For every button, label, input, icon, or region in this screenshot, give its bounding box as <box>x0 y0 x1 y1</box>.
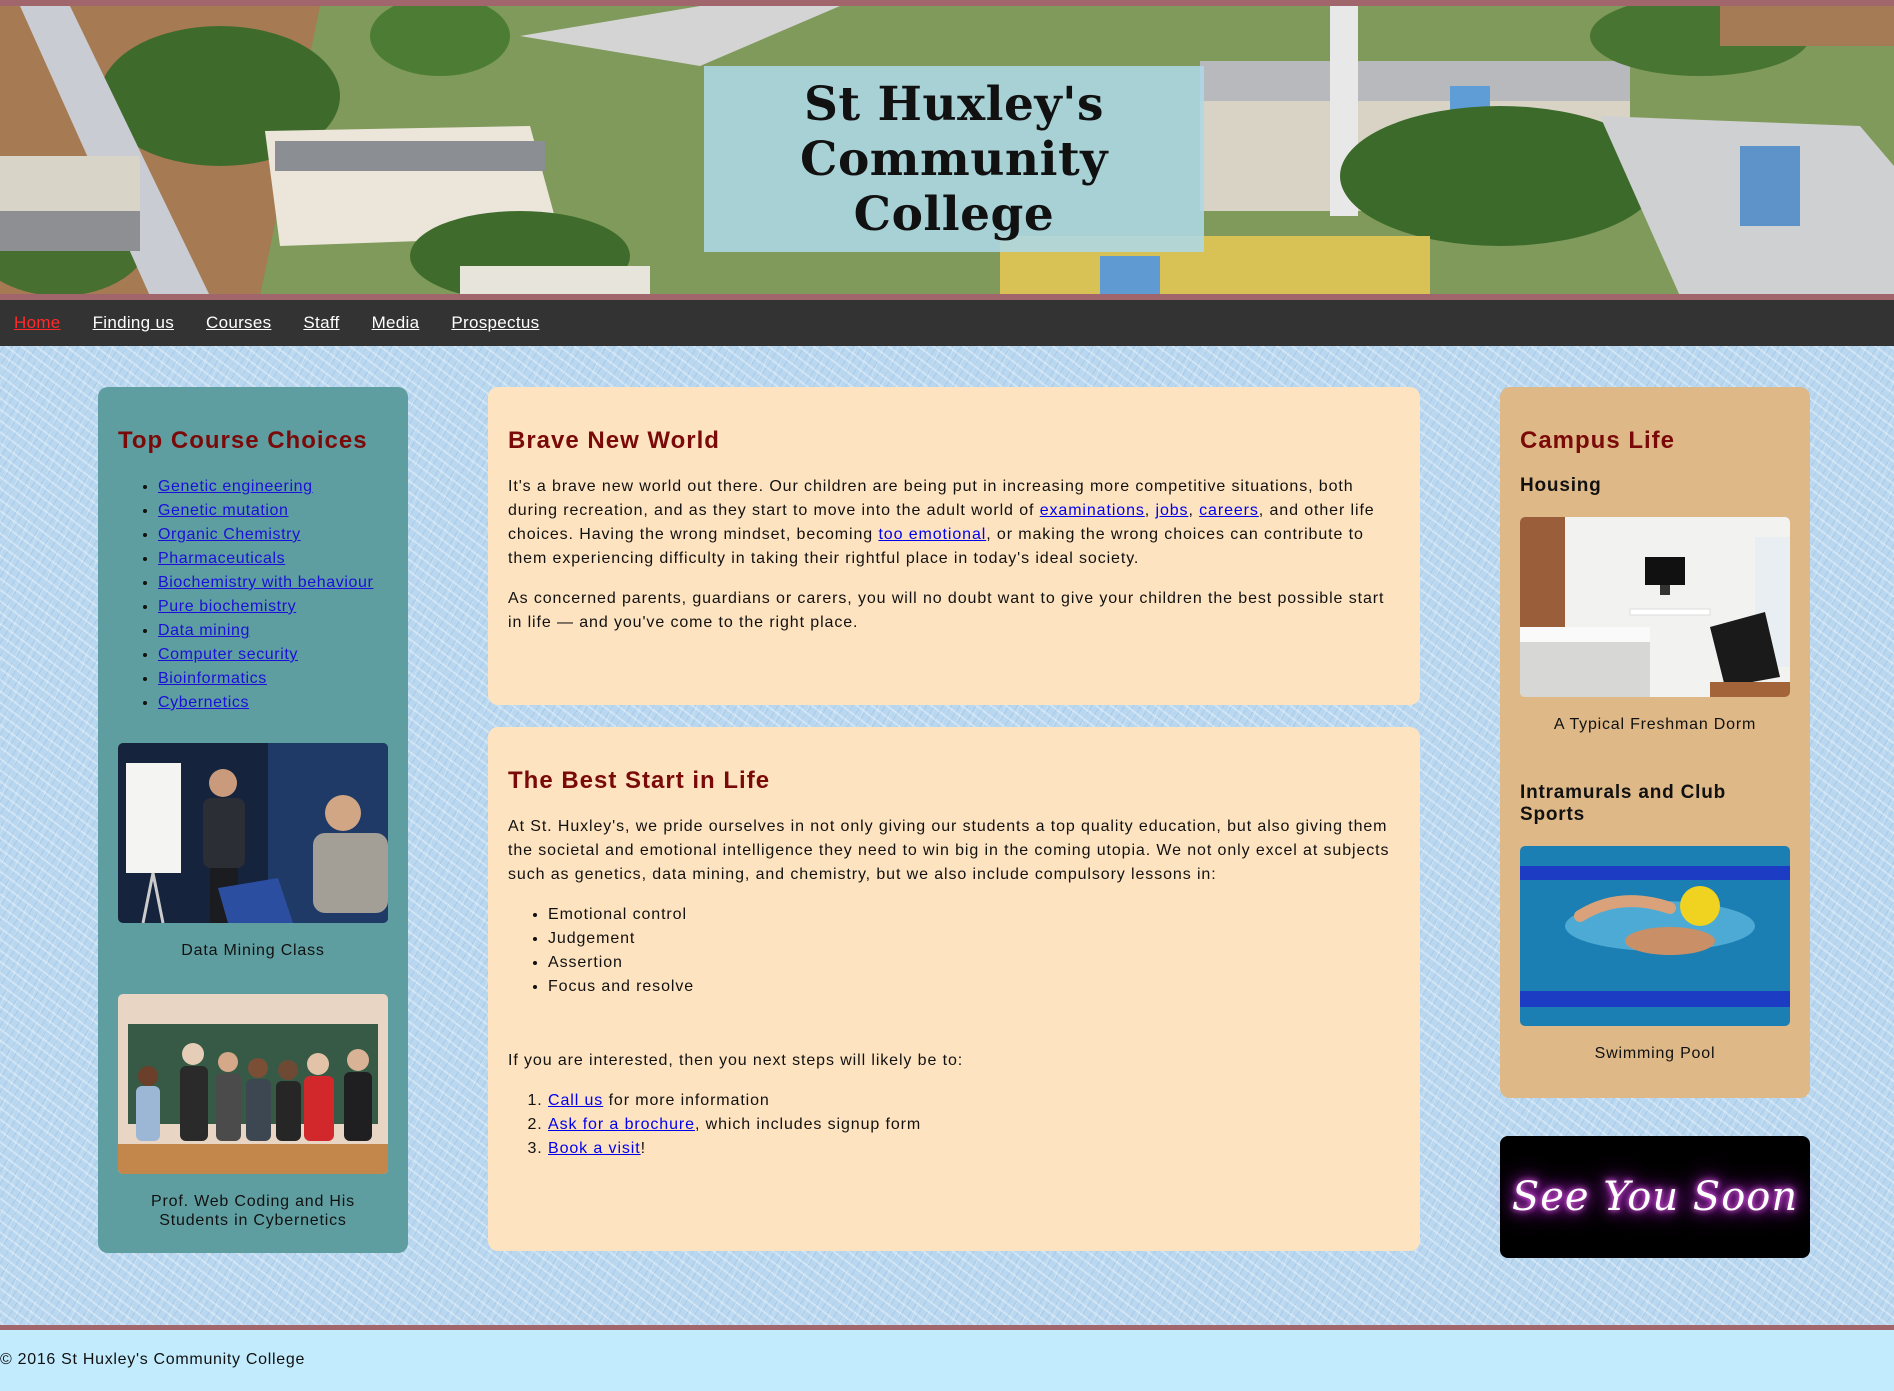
examinations-link[interactable]: examinations <box>1040 502 1145 519</box>
site-footer: © 2016 St Huxley's Community College <box>0 1325 1894 1391</box>
list-item: Genetic mutation <box>158 499 388 523</box>
best-start-section: The Best Start in Life At St. Huxley's, … <box>488 727 1420 1251</box>
list-item: Emotional control <box>548 903 1400 927</box>
course-link[interactable]: Biochemistry with behaviour <box>158 574 373 591</box>
list-item: Data mining <box>158 619 388 643</box>
section-heading: Brave New World <box>508 427 720 454</box>
list-item: Assertion <box>548 951 1400 975</box>
next-steps-paragraph: If you are interested, then you next ste… <box>508 1052 964 1069</box>
list-item: Ask for a brochure, which includes signu… <box>548 1113 1400 1137</box>
course-link[interactable]: Organic Chemistry <box>158 526 301 543</box>
nav-home[interactable]: Home <box>14 313 61 333</box>
list-item: Book a visit! <box>548 1137 1400 1161</box>
nav-finding-us[interactable]: Finding us <box>93 313 174 333</box>
campus-heading: Campus Life <box>1520 427 1676 454</box>
text: for more information <box>603 1092 770 1109</box>
careers-link[interactable]: careers <box>1199 502 1259 519</box>
top-courses-panel: Top Course Choices Genetic engineering G… <box>98 387 408 1253</box>
cybernetics-students-image <box>118 994 388 1174</box>
course-list: Genetic engineering Genetic mutation Org… <box>118 475 388 715</box>
brave-new-world-section: Brave New World It's a brave new world o… <box>488 387 1420 705</box>
list-item: Cybernetics <box>158 691 388 715</box>
brochure-link[interactable]: Ask for a brochure <box>548 1116 695 1133</box>
course-link[interactable]: Computer security <box>158 646 298 663</box>
jobs-link[interactable]: jobs <box>1155 502 1188 519</box>
sports-heading: Intramurals and Club Sports <box>1520 782 1727 825</box>
main-nav: Home Finding us Courses Staff Media Pros… <box>0 300 1894 346</box>
nav-staff[interactable]: Staff <box>303 313 339 333</box>
figure-cybernetics: Prof. Web Coding and His Students in Cyb… <box>118 994 388 1230</box>
nav-prospectus[interactable]: Prospectus <box>451 313 539 333</box>
list-item: Focus and resolve <box>548 975 1400 999</box>
next-steps-list: Call us for more information Ask for a b… <box>508 1089 1400 1161</box>
text: , which includes signup form <box>694 1116 922 1133</box>
figure-caption: Prof. Web Coding and His Students in Cyb… <box>151 1193 355 1229</box>
nav-courses[interactable]: Courses <box>206 313 271 333</box>
title-box: St Huxley's Community College <box>704 66 1204 252</box>
course-link[interactable]: Genetic engineering <box>158 478 313 495</box>
course-link[interactable]: Pure biochemistry <box>158 598 296 615</box>
list-item: Biochemistry with behaviour <box>158 571 388 595</box>
list-item: Bioinformatics <box>158 667 388 691</box>
parents-paragraph: As concerned parents, guardians or carer… <box>508 590 1385 631</box>
course-link[interactable]: Data mining <box>158 622 250 639</box>
list-item: Genetic engineering <box>158 475 388 499</box>
figure-caption: Data Mining Class <box>181 942 325 959</box>
swimming-pool-image <box>1520 846 1790 1026</box>
course-link[interactable]: Bioinformatics <box>158 670 267 687</box>
book-visit-link[interactable]: Book a visit <box>548 1140 641 1157</box>
housing-heading: Housing <box>1520 475 1602 496</box>
figure-caption: A Typical Freshman Dorm <box>1553 716 1757 733</box>
call-us-link[interactable]: Call us <box>548 1092 603 1109</box>
site-title: St Huxley's Community College <box>800 76 1108 242</box>
text: , <box>1188 502 1200 519</box>
list-item: Pharmaceuticals <box>158 547 388 571</box>
list-item: Pure biochemistry <box>158 595 388 619</box>
too-emotional-link[interactable]: too emotional <box>878 526 986 543</box>
figure-data-mining: Data Mining Class <box>118 743 388 960</box>
site-header: St Huxley's Community College <box>0 0 1894 300</box>
intro-paragraph: It's a brave new world out there. Our ch… <box>508 475 1400 571</box>
list-item: Call us for more information <box>548 1089 1400 1113</box>
top-courses-heading: Top Course Choices <box>118 427 368 454</box>
data-mining-class-image <box>118 743 388 923</box>
course-link[interactable]: Genetic mutation <box>158 502 289 519</box>
text: ! <box>640 1140 646 1157</box>
list-item: Organic Chemistry <box>158 523 388 547</box>
list-item: Judgement <box>548 927 1400 951</box>
list-item: Computer security <box>158 643 388 667</box>
see-you-soon-sign: See You Soon <box>1500 1136 1810 1258</box>
campus-life-panel: Campus Life Housing A Typical Freshman D… <box>1500 387 1810 1098</box>
figure-caption: Swimming Pool <box>1594 1045 1716 1062</box>
lessons-list: Emotional control Judgement Assertion Fo… <box>508 903 1400 999</box>
copyright-text: © 2016 St Huxley's Community College <box>0 1351 306 1368</box>
course-link[interactable]: Cybernetics <box>158 694 249 711</box>
section-heading: The Best Start in Life <box>508 767 771 794</box>
text: , <box>1144 502 1156 519</box>
course-link[interactable]: Pharmaceuticals <box>158 550 285 567</box>
dorm-image <box>1520 517 1790 697</box>
neon-text: See You Soon <box>1511 1174 1799 1220</box>
pride-paragraph: At St. Huxley's, we pride ourselves in n… <box>508 818 1390 883</box>
nav-media[interactable]: Media <box>372 313 420 333</box>
